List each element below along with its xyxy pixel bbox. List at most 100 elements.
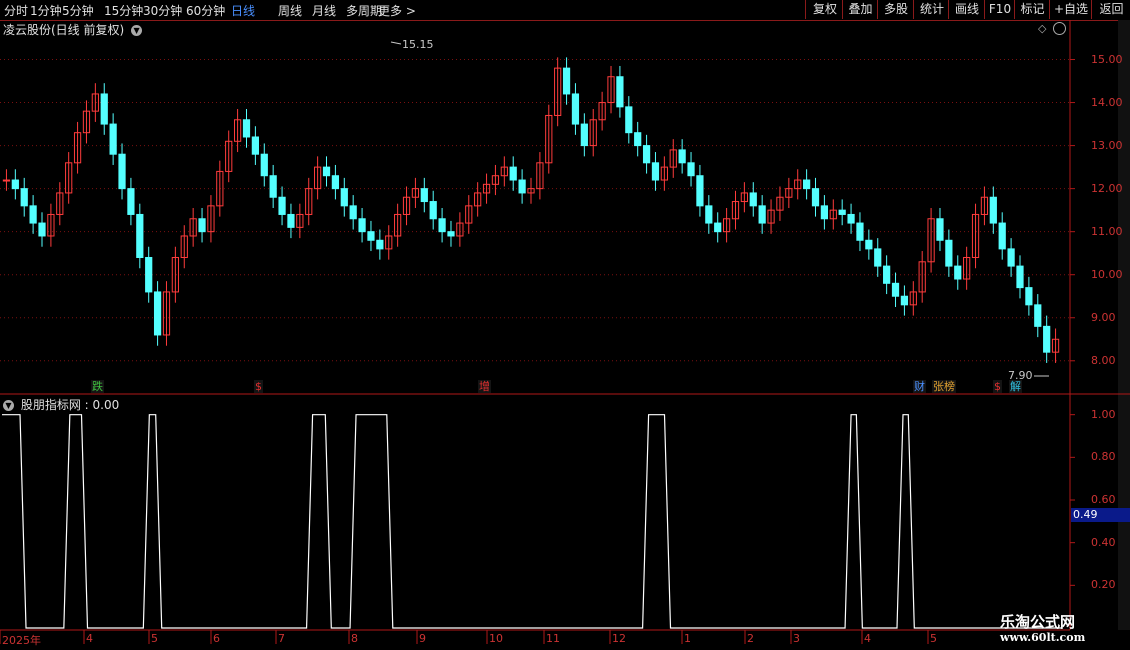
candle-body <box>438 218 446 233</box>
candle-body <box>891 282 900 297</box>
month-label: 2025年 <box>2 634 41 647</box>
price-axis-label: 9.00 <box>1091 310 1116 324</box>
diamond-icon[interactable]: ◇ <box>1038 22 1046 35</box>
candle-body <box>562 67 571 95</box>
candle-body <box>322 166 331 177</box>
candle-body <box>1043 325 1051 353</box>
candle-body <box>856 222 864 241</box>
watermark-url: www.60lt.com <box>1000 631 1086 644</box>
candle-body <box>38 222 46 237</box>
candle-body <box>936 218 944 241</box>
candle-body <box>429 201 437 220</box>
event-marker[interactable]: 解 <box>1009 380 1022 393</box>
price-axis-label: 8.00 <box>1091 353 1116 367</box>
indicator-current-value: 0.49 <box>1071 508 1130 522</box>
candle-body <box>1025 287 1033 306</box>
candle-body <box>651 162 660 181</box>
candle-body <box>376 239 384 250</box>
peak-pointer <box>390 41 402 45</box>
month-label: 2 <box>747 632 754 645</box>
stock-title[interactable]: 凌云股份(日线 前复权) ▼ <box>3 21 143 38</box>
candle-body <box>714 222 722 233</box>
candle-body <box>198 218 206 233</box>
indicator-title-text: 股朋指标网 : 0.00 <box>20 398 120 412</box>
price-axis-label: 10.00 <box>1091 267 1123 281</box>
candle-body <box>1016 265 1024 289</box>
candle-body <box>811 188 820 207</box>
candle-body <box>874 248 882 267</box>
candles <box>2 57 1060 363</box>
peak-price-label: 15.15 <box>402 38 434 51</box>
chevron-down-icon[interactable]: ▼ <box>3 400 14 411</box>
candle-body <box>571 93 580 125</box>
price-axis-label: 13.00 <box>1091 138 1123 152</box>
stock-title-text: 凌云股份(日线 前复权) <box>3 23 125 37</box>
event-marker[interactable]: 增 <box>478 380 491 393</box>
candle-body <box>820 205 829 220</box>
candle-body <box>153 291 162 336</box>
indicator-axis-label: 0.80 <box>1091 450 1116 464</box>
candle-body <box>367 231 375 241</box>
candle-body <box>642 145 651 164</box>
event-marker[interactable]: 跌 <box>91 380 104 393</box>
candle-body <box>749 192 757 207</box>
candle-body <box>278 196 286 215</box>
price-axis-label: 12.00 <box>1091 181 1123 195</box>
candle-body <box>518 179 526 194</box>
candle-body <box>287 213 295 228</box>
month-label: 10 <box>489 632 503 645</box>
month-label: 4 <box>86 632 93 645</box>
event-marker[interactable]: $ <box>254 380 263 393</box>
candle-body <box>954 265 962 280</box>
candle-body <box>705 205 713 224</box>
candle-body <box>145 256 153 293</box>
watermark-title: 乐淘公式网 <box>1000 613 1076 631</box>
candle-body <box>109 123 117 155</box>
candle-body <box>358 218 366 233</box>
event-marker[interactable]: 财 <box>913 380 926 393</box>
month-label: 9 <box>419 632 426 645</box>
candle-body <box>331 175 340 190</box>
indicator-axis-label: 0.60 <box>1091 493 1116 506</box>
event-marker[interactable]: $ <box>993 380 1002 393</box>
candle-body <box>945 239 953 267</box>
candle-body <box>136 213 144 258</box>
month-label: 5 <box>930 632 937 645</box>
candle-body <box>29 205 37 224</box>
candle-body <box>349 205 357 220</box>
candle-body <box>616 76 624 108</box>
candle-body <box>11 179 19 190</box>
month-label: 5 <box>151 632 158 645</box>
candle-body <box>127 188 135 215</box>
candle-body <box>758 205 766 224</box>
candle-body <box>803 179 811 190</box>
month-label: 3 <box>793 632 800 645</box>
candle-body <box>251 136 259 155</box>
month-label: 11 <box>546 632 560 645</box>
price-axis-label: 15.00 <box>1091 52 1123 66</box>
candle-body <box>340 188 348 207</box>
candle-body <box>242 119 251 138</box>
candle-body <box>100 93 108 125</box>
candle-body <box>838 209 846 215</box>
candle-body <box>118 153 126 190</box>
event-marker[interactable]: 张榜 <box>932 380 956 393</box>
candle-body <box>865 239 873 250</box>
indicator-title[interactable]: ▼ 股朋指标网 : 0.00 <box>3 396 119 413</box>
kline-chart <box>0 20 1130 644</box>
candle-body <box>2 179 11 182</box>
candle-body <box>580 123 588 147</box>
candle-body <box>1034 304 1042 327</box>
month-label: 8 <box>351 632 358 645</box>
indicator-axis-label: 0.20 <box>1091 578 1116 592</box>
candle-body <box>678 149 686 164</box>
chevron-down-icon[interactable]: ▼ <box>131 25 143 36</box>
indicator-axis-label: 0.40 <box>1091 535 1116 549</box>
indicator-axis-label: 1.00 <box>1091 407 1116 421</box>
candle-body <box>998 222 1006 250</box>
candle-body <box>883 265 891 284</box>
candle-body <box>269 175 277 198</box>
circle-icon[interactable] <box>1053 22 1066 35</box>
candle-body <box>900 295 909 306</box>
candle-body <box>1007 248 1015 267</box>
